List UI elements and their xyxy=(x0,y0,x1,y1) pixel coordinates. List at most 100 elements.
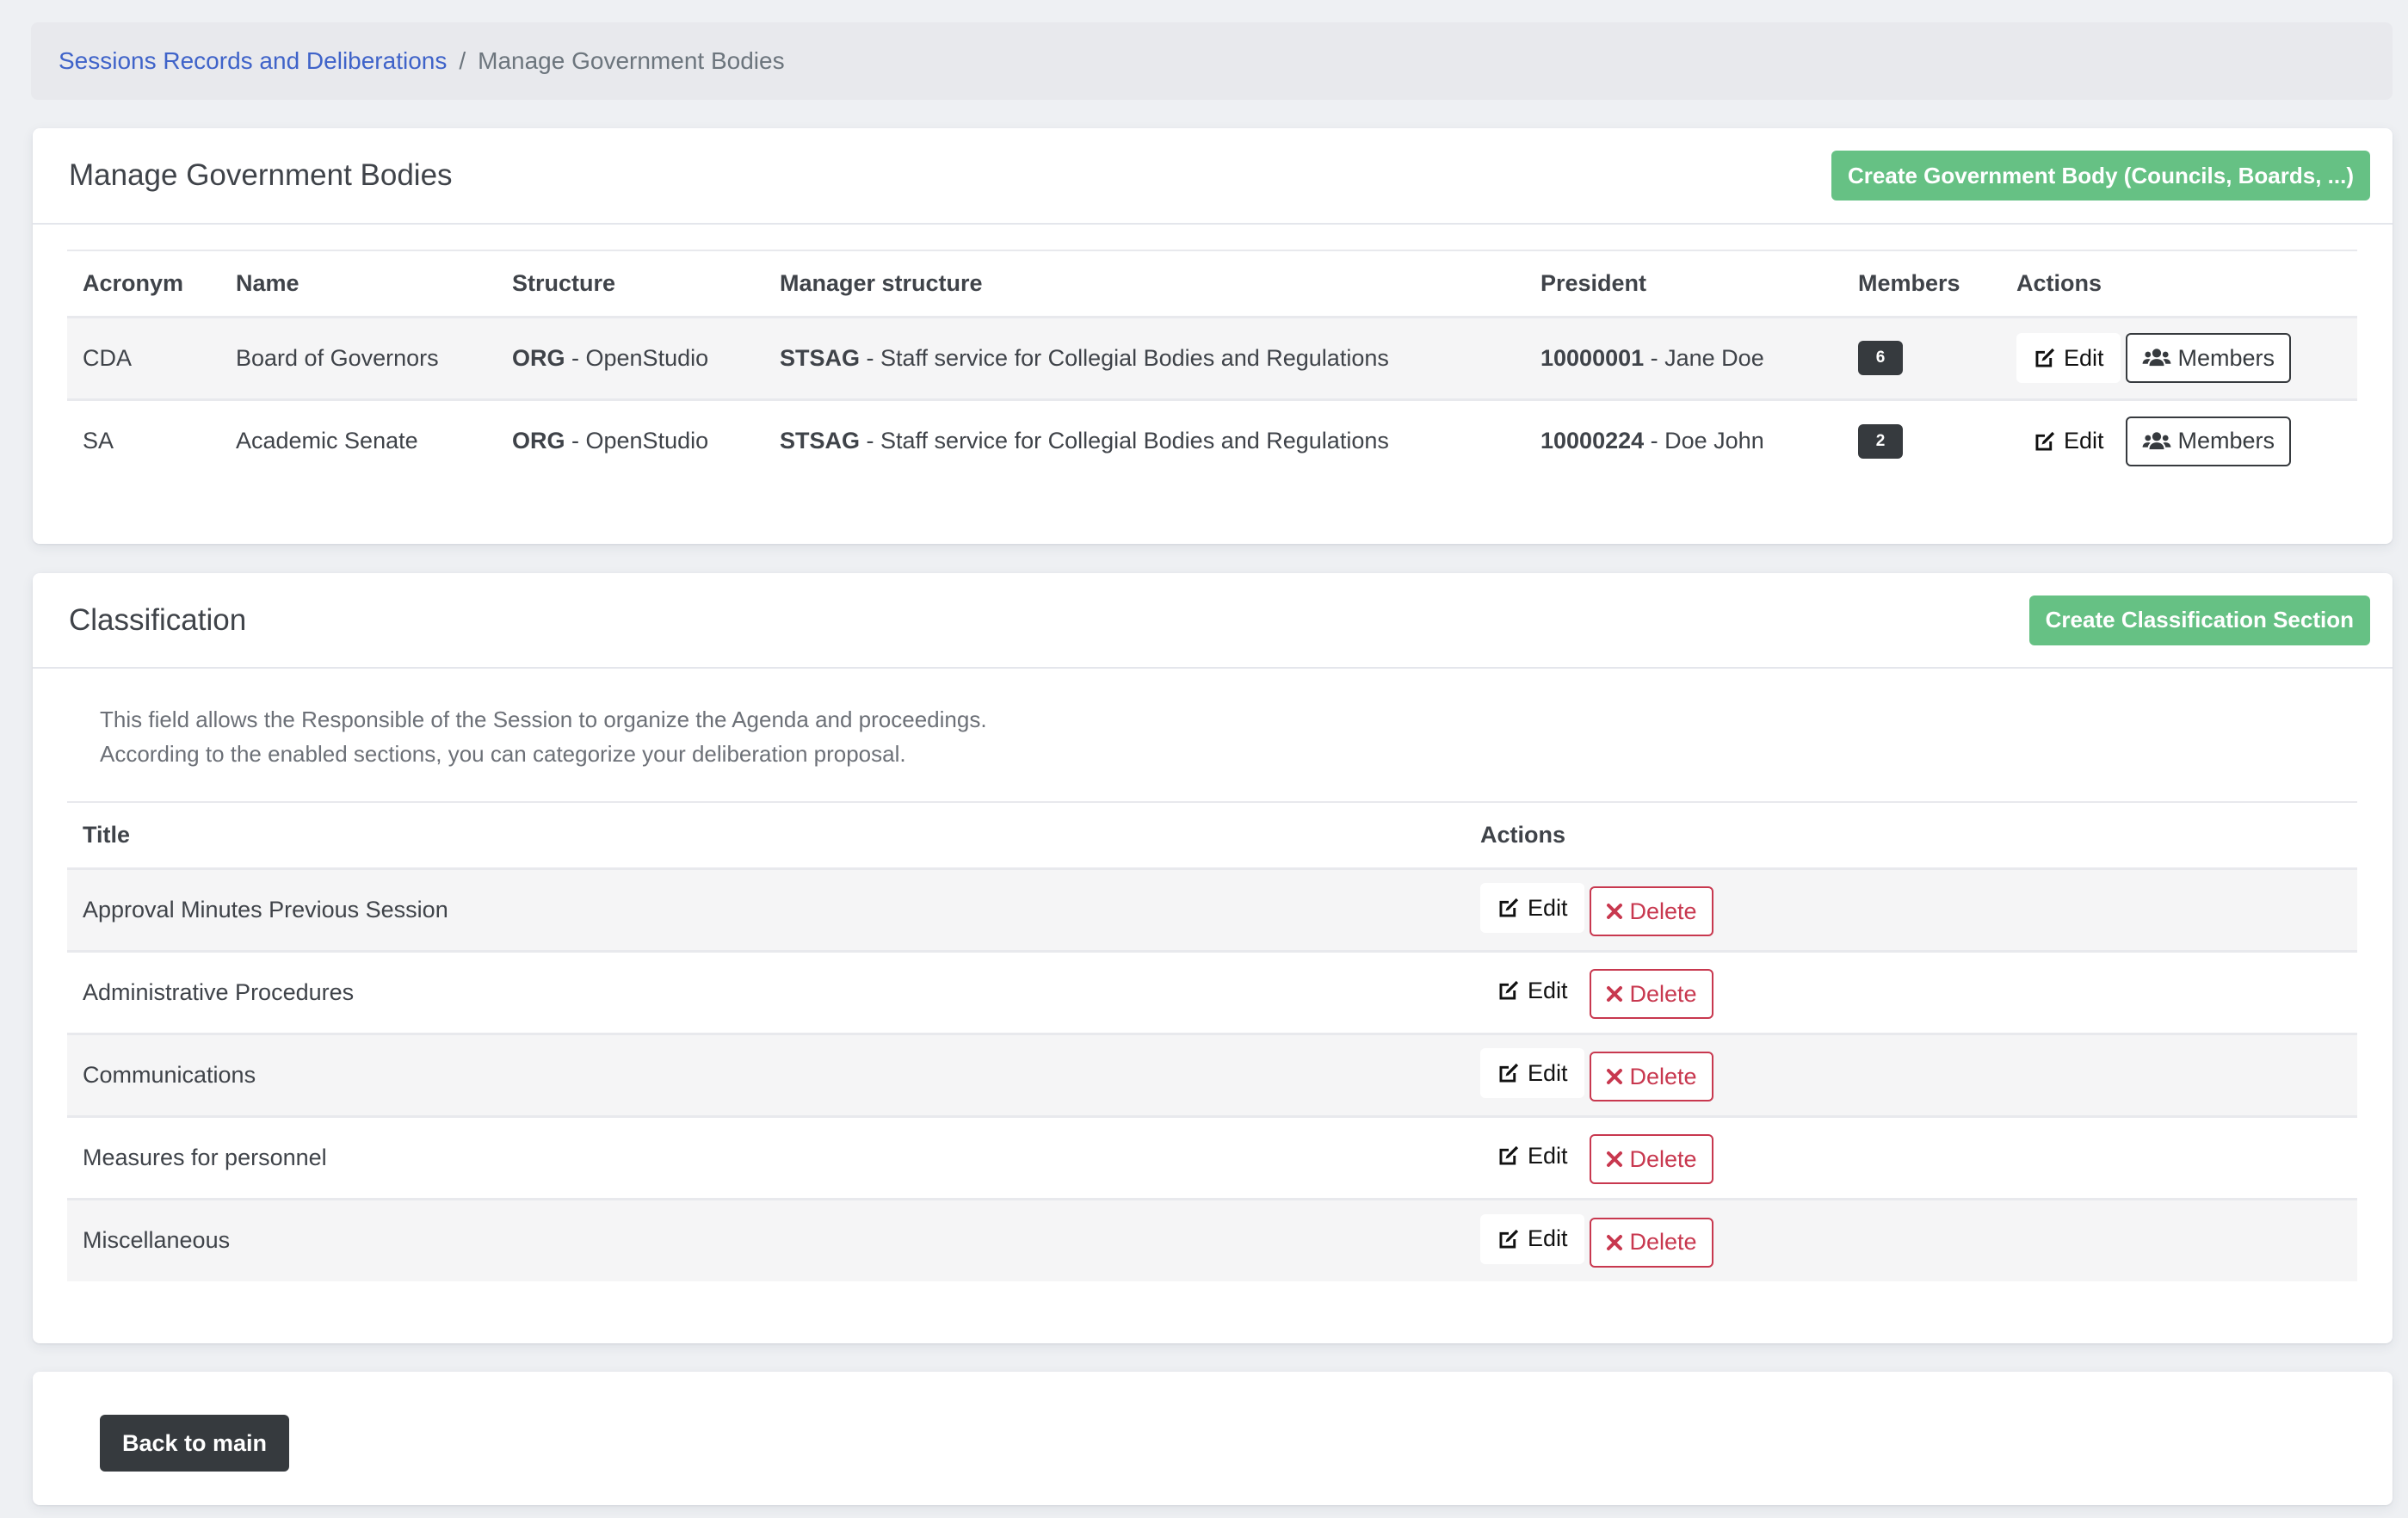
column-header-acronym[interactable]: Acronym xyxy=(67,250,220,317)
edit-label: Edit xyxy=(1528,977,1568,1003)
edit-button[interactable]: Edit xyxy=(1480,1213,1584,1264)
delete-label: Delete xyxy=(1629,1063,1697,1089)
name-cell: Academic Senate xyxy=(236,428,418,454)
table-row: Measures for personnel Edit Delete xyxy=(67,1116,2357,1199)
edit-label: Edit xyxy=(1528,1225,1568,1252)
table-row: Administrative Procedures Edit Delete xyxy=(67,951,2357,1034)
president-cell: 10000001 - Jane Doe xyxy=(1525,317,1843,399)
edit-button[interactable]: Edit xyxy=(2016,417,2121,466)
breadcrumb: Sessions Records and Deliberations / Man… xyxy=(31,22,2393,100)
title-cell: Administrative Procedures xyxy=(83,978,355,1005)
edit-button[interactable]: Edit xyxy=(1480,1131,1584,1181)
edit-button[interactable]: Edit xyxy=(1480,966,1584,1015)
table-row: Communications Edit Delete xyxy=(67,1034,2357,1116)
delete-label: Delete xyxy=(1629,898,1697,924)
edit-icon xyxy=(1497,1227,1521,1251)
classification-description: This field allows the Responsible of the… xyxy=(100,702,987,771)
x-mark-icon xyxy=(1606,985,1623,1003)
edit-icon xyxy=(1497,896,1521,920)
delete-button[interactable]: Delete xyxy=(1589,1217,1713,1268)
delete-button[interactable]: Delete xyxy=(1589,886,1713,936)
actions-cell: Edit Delete xyxy=(1465,1199,2357,1281)
structure-cell: ORG - OpenStudio xyxy=(497,317,764,399)
column-header-structure[interactable]: Structure xyxy=(497,250,764,317)
edit-icon xyxy=(2033,346,2057,370)
table-row: Miscellaneous Edit Delete xyxy=(67,1199,2357,1281)
actions-cell: Edit Delete xyxy=(1465,1116,2357,1199)
users-icon xyxy=(2142,429,2171,454)
manager-name: - Staff service for Collegial Bodies and… xyxy=(860,344,1389,371)
actions-cell: Edit Delete xyxy=(1465,1034,2357,1116)
delete-label: Delete xyxy=(1629,1145,1697,1172)
table-row: Approval Minutes Previous Session Edit D… xyxy=(67,868,2357,951)
classification-title: Classification xyxy=(69,602,247,637)
title-cell: Miscellaneous xyxy=(83,1227,231,1254)
back-to-main-button[interactable]: Back to main xyxy=(100,1415,290,1472)
actions-cell: Edit Delete xyxy=(1465,868,2357,951)
table-row: CDA Board of Governors ORG - OpenStudio … xyxy=(67,317,2357,399)
members-label: Members xyxy=(2177,428,2275,454)
classification-card-header: Classification Create Classification Sec… xyxy=(33,573,2393,669)
members-button[interactable]: Members xyxy=(2125,416,2292,466)
column-header-president[interactable]: President xyxy=(1525,250,1843,317)
classification-table: Title Actions Approval Minutes Previous … xyxy=(67,801,2357,1281)
members-cell: 6 xyxy=(1843,317,2001,399)
government-bodies-card: Manage Government Bodies Create Governme… xyxy=(33,128,2393,544)
government-bodies-table: Acronym Name Structure Manager structure… xyxy=(67,250,2357,482)
column-header-title[interactable]: Title xyxy=(67,802,1465,868)
breadcrumb-link-sessions[interactable]: Sessions Records and Deliberations xyxy=(59,47,447,75)
president-name: - Doe John xyxy=(1644,428,1764,454)
acronym-cell: SA xyxy=(83,428,114,454)
government-bodies-title: Manage Government Bodies xyxy=(69,158,453,192)
manager-structure-cell: STSAG - Staff service for Collegial Bodi… xyxy=(764,317,1525,399)
structure-name: - OpenStudio xyxy=(565,428,709,454)
column-header-members[interactable]: Members xyxy=(1843,250,2001,317)
delete-button[interactable]: Delete xyxy=(1589,1134,1713,1184)
members-button[interactable]: Members xyxy=(2125,333,2292,383)
manager-code: STSAG xyxy=(780,344,861,371)
delete-label: Delete xyxy=(1629,980,1697,1007)
title-cell: Communications xyxy=(83,1061,256,1088)
edit-label: Edit xyxy=(2064,344,2104,371)
government-bodies-card-header: Manage Government Bodies Create Governme… xyxy=(33,128,2393,225)
column-header-actions: Actions xyxy=(1480,821,1566,848)
actions-cell: Edit Delete xyxy=(1465,951,2357,1034)
breadcrumb-current: Manage Government Bodies xyxy=(478,47,785,74)
create-government-body-button[interactable]: Create Government Body (Councils, Boards… xyxy=(1831,151,2370,201)
x-mark-icon xyxy=(1606,1151,1623,1168)
edit-button[interactable]: Edit xyxy=(1480,883,1584,933)
breadcrumb-separator: / xyxy=(459,47,466,74)
manager-code: STSAG xyxy=(780,428,861,454)
classification-card: Classification Create Classification Sec… xyxy=(33,573,2393,1343)
edit-label: Edit xyxy=(1528,1059,1568,1086)
column-header-actions: Actions xyxy=(2016,269,2102,296)
column-header-name[interactable]: Name xyxy=(220,250,497,317)
x-mark-icon xyxy=(1606,1234,1623,1251)
members-label: Members xyxy=(2177,344,2275,371)
delete-label: Delete xyxy=(1629,1229,1697,1256)
structure-code: ORG xyxy=(512,344,565,371)
edit-icon xyxy=(1497,978,1521,1003)
president-id: 10000001 xyxy=(1541,344,1645,371)
structure-code: ORG xyxy=(512,428,565,454)
create-classification-section-button[interactable]: Create Classification Section xyxy=(2028,595,2370,645)
manager-name: - Staff service for Collegial Bodies and… xyxy=(860,428,1389,454)
delete-button[interactable]: Delete xyxy=(1589,1052,1713,1101)
table-row: SA Academic Senate ORG - OpenStudio STSA… xyxy=(67,399,2357,482)
structure-cell: ORG - OpenStudio xyxy=(497,399,764,482)
structure-name: - OpenStudio xyxy=(565,344,709,371)
actions-cell: Edit Members xyxy=(2001,399,2357,482)
president-cell: 10000224 - Doe John xyxy=(1525,399,1843,482)
description-line-2: According to the enabled sections, you c… xyxy=(100,741,906,767)
edit-icon xyxy=(1497,1144,1521,1168)
manager-structure-cell: STSAG - Staff service for Collegial Bodi… xyxy=(764,399,1525,482)
edit-button[interactable]: Edit xyxy=(2016,333,2121,383)
edit-button[interactable]: Edit xyxy=(1480,1048,1584,1098)
delete-button[interactable]: Delete xyxy=(1589,969,1713,1019)
members-count-badge: 6 xyxy=(1858,341,1903,375)
column-header-manager-structure[interactable]: Manager structure xyxy=(764,250,1525,317)
acronym-cell: CDA xyxy=(83,344,133,371)
description-line-1: This field allows the Responsible of the… xyxy=(100,707,987,732)
name-cell: Board of Governors xyxy=(236,344,439,371)
members-count-badge: 2 xyxy=(1858,423,1903,459)
